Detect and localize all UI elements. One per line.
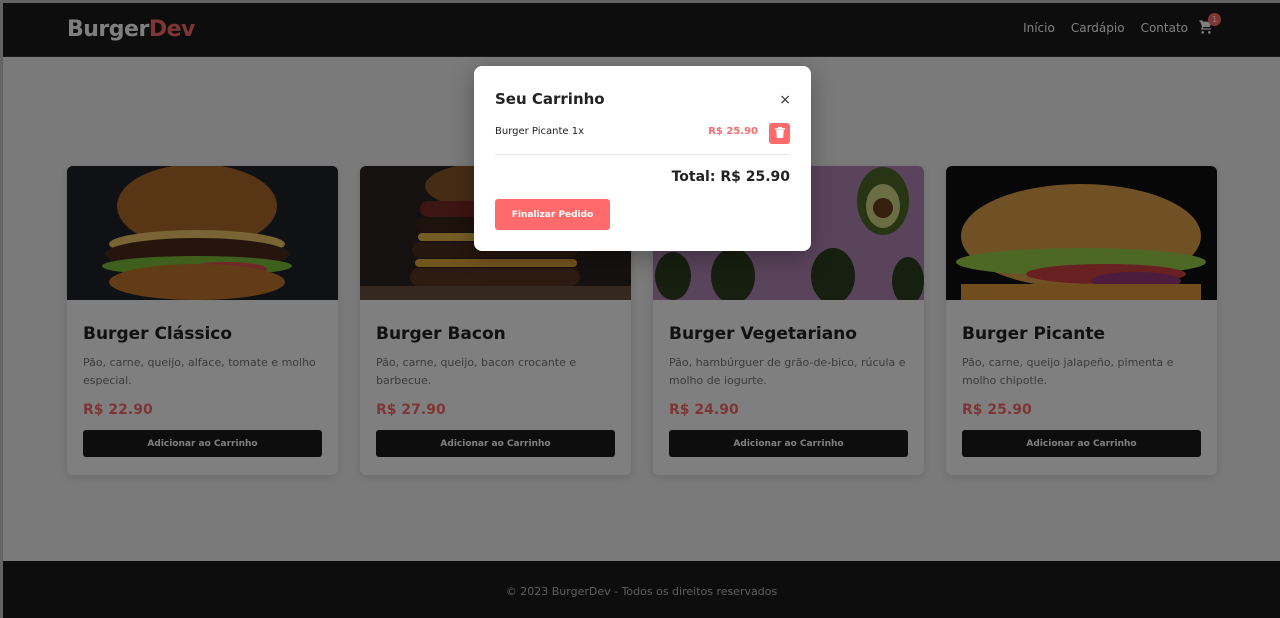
cart-total: Total: R$ 25.90 bbox=[671, 169, 790, 185]
checkout-button[interactable]: Finalizar Pedido bbox=[495, 199, 610, 230]
cart-modal: Seu Carrinho × Burger Picante 1x R$ 25.9… bbox=[474, 66, 811, 251]
remove-item-button[interactable] bbox=[769, 123, 790, 144]
cart-item-price: R$ 25.90 bbox=[708, 126, 758, 137]
trash-icon bbox=[774, 126, 785, 141]
close-icon[interactable]: × bbox=[779, 92, 791, 108]
modal-title: Seu Carrinho bbox=[495, 90, 605, 108]
cart-item-name: Burger Picante 1x bbox=[495, 126, 585, 137]
divider bbox=[495, 154, 790, 155]
cart-item: Burger Picante 1x R$ 25.90 bbox=[495, 123, 790, 145]
